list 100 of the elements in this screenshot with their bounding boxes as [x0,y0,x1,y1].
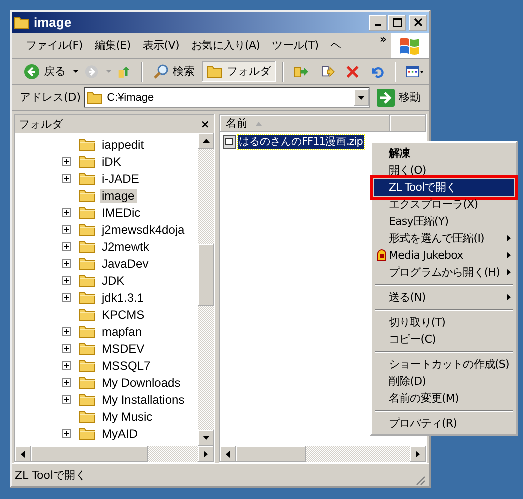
go-button[interactable]: 移動 [373,88,425,106]
expand-icon[interactable] [62,344,71,353]
folder-tree-item[interactable]: JDK [100,274,127,288]
expand-icon[interactable] [62,225,71,234]
menu-item[interactable]: お気に入り(A) [185,38,266,53]
vertical-scrollbar[interactable] [198,133,214,446]
close-icon [414,18,422,27]
menu-item[interactable]: ショートカットの作成(S) [374,356,514,373]
folder-tree-item[interactable]: mapfan [100,324,144,338]
folder-icon [79,308,96,322]
back-button[interactable]: 戻る [20,62,70,82]
menu-item[interactable]: 形式を選んで圧縮(I) [374,230,514,247]
menu-item[interactable]: コピー(C) [374,331,514,348]
scroll-left-icon[interactable] [226,450,230,458]
menu-item[interactable]: ZL Toolで開く [374,179,514,196]
search-button[interactable]: 検索 [149,62,200,82]
expand-icon[interactable] [62,327,71,336]
menu-item[interactable]: ツール(T) [266,38,325,53]
expand-icon[interactable] [62,276,71,285]
expand-icon[interactable] [62,157,71,166]
menu-item[interactable]: エクスプローラ(X) [374,196,514,213]
pane-title: フォルダ [19,116,63,132]
more-menu-button[interactable]: » [380,33,387,46]
windows-logo-icon [391,33,429,58]
menu-item[interactable]: 名前の変更(M) [374,390,514,407]
menu-item[interactable]: 解凍 [374,145,514,162]
resize-grip-icon[interactable] [414,474,426,486]
scroll-right-icon[interactable] [416,450,420,458]
menu-item[interactable]: Media Jukebox [374,247,514,264]
folder-icon [79,324,96,338]
column-header[interactable]: 名前 [220,115,390,132]
menu-item[interactable]: 切り取り(T) [374,314,514,331]
address-field[interactable]: C:¥image [84,87,370,108]
folder-tree-item[interactable]: My Downloads [100,376,183,390]
file-name[interactable]: はるのさんのFF11漫画.zip [238,135,364,149]
folder-tree-item[interactable]: My Music [100,410,155,424]
close-pane-button[interactable]: × [200,118,210,130]
folder-icon [79,240,96,254]
menu-item[interactable]: Easy圧縮(Y) [374,213,514,230]
horizontal-scrollbar[interactable] [15,446,214,462]
dropdown-arrow-icon[interactable] [73,70,78,74]
folder-tree-item[interactable]: j2mewsdk4doja [100,222,187,236]
dropdown-arrow-icon[interactable] [358,96,365,100]
scroll-right-icon[interactable] [204,450,208,458]
expand-icon[interactable] [62,429,71,438]
folder-icon [79,342,96,356]
horizontal-scrollbar[interactable] [220,446,426,462]
minimize-button[interactable] [369,14,387,30]
maximize-button[interactable] [388,14,406,30]
expand-icon[interactable] [62,174,71,183]
go-arrow-icon [377,88,395,106]
window-title: image [34,15,73,30]
folders-button[interactable]: フォルダ [202,61,276,82]
scroll-down-icon[interactable] [202,436,210,440]
folder-icon [79,392,96,406]
scroll-thumb[interactable] [198,244,214,306]
folder-icon [79,290,96,304]
delete-icon[interactable] [346,64,360,80]
menu-item[interactable]: 送る(N) [374,289,514,306]
folder-tree-item[interactable]: MyAID [100,426,140,440]
views-icon[interactable] [406,64,425,80]
status-text: ZL Toolで開く [15,468,87,482]
menu-item[interactable]: プロパティ(R) [374,415,514,432]
archive-file-icon [223,135,236,149]
expand-icon[interactable] [62,378,71,387]
folder-tree-item[interactable]: i-JADE [100,172,142,186]
copy-to-icon[interactable] [320,64,336,80]
folder-tree-item[interactable]: iappedit [100,138,146,152]
expand-icon[interactable] [62,395,71,404]
folder-tree-item[interactable]: IMEDic [100,206,143,220]
scroll-up-icon[interactable] [202,139,210,143]
folder-tree-item[interactable]: iDK [100,154,124,168]
menu-item[interactable]: ファイル(F) [20,38,89,53]
scroll-left-icon[interactable] [21,450,25,458]
folder-icon [79,256,96,270]
folder-tree-item[interactable]: jdk1.3.1 [100,290,146,304]
expand-icon[interactable] [62,259,71,268]
folder-tree-item[interactable]: J2mewtk [100,240,152,254]
menu-item[interactable]: 表示(V) [136,38,186,53]
folder-icon [79,222,96,236]
close-button[interactable] [409,14,427,30]
expand-icon[interactable] [62,242,71,251]
expand-icon[interactable] [62,293,71,302]
folder-tree-item[interactable]: KPCMS [100,308,147,322]
address-label: アドレス(D) [20,90,82,105]
expand-icon[interactable] [62,361,71,370]
folder-tree-item[interactable]: MSDEV [100,342,147,356]
folder-icon [79,172,96,186]
menu-item[interactable]: 削除(D) [374,373,514,390]
menu-item[interactable]: ヘ [324,38,348,53]
folder-icon [79,410,96,424]
folder-tree-item[interactable]: MSSQL7 [100,358,153,372]
menu-item[interactable]: 編集(E) [88,38,137,53]
menu-item[interactable]: プログラムから開く(H) [374,264,514,281]
folder-tree-item[interactable]: image [100,188,137,202]
folder-tree-item[interactable]: My Installations [100,392,187,406]
expand-icon[interactable] [62,208,71,217]
folder-icon [14,16,30,30]
folder-tree-item[interactable]: JavaDev [100,256,151,270]
folder-icon [207,64,224,78]
